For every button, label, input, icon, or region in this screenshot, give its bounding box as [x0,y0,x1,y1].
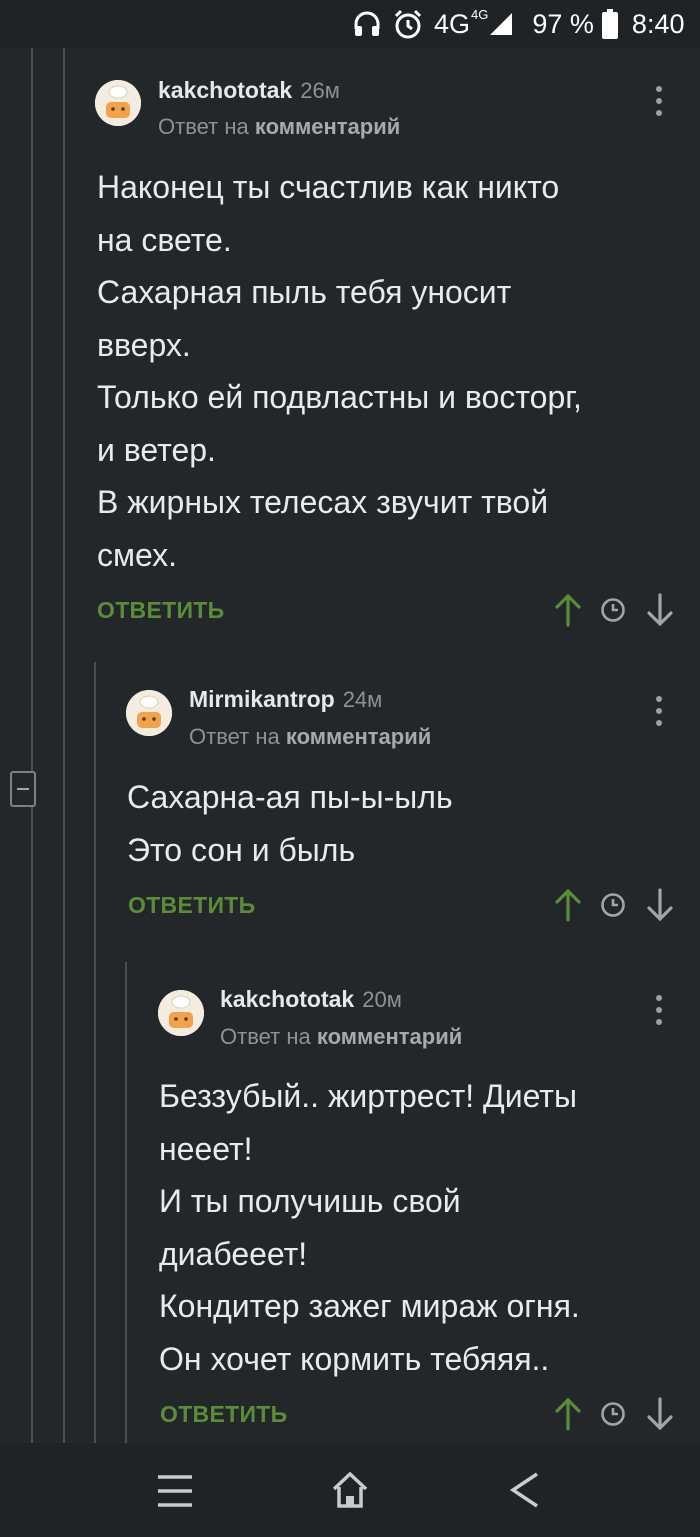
reply-target-link[interactable]: комментарий [317,1024,462,1049]
comment-line: Кондитер зажег мираж огня. [159,1288,580,1324]
network-type: 4G [434,8,471,39]
signal-icon [490,13,513,35]
author-name[interactable]: kakchototak [158,77,292,103]
comment-line: диабееет! [159,1235,308,1272]
author-name[interactable]: kakchototak [220,986,354,1012]
avatar-image [158,990,204,1036]
reply-to: Ответ на комментарий [220,1024,462,1050]
comment-author[interactable]: kakchototak 26м [158,77,340,104]
clock-icon[interactable] [599,1397,627,1431]
home-icon[interactable] [330,1470,370,1510]
comment-author[interactable]: Mirmikantrop 24м [189,686,382,713]
clock-icon[interactable] [599,888,627,922]
comment-line: В жирных телесах звучит твой [97,484,549,520]
downvote-icon[interactable] [646,1397,674,1431]
collapse-thread-button[interactable] [10,771,36,807]
downvote-icon[interactable] [646,593,674,627]
comment-actions [554,1397,674,1431]
comment-line: Он хочет кормить тебяяя.. [159,1340,550,1377]
alarm-icon [394,9,422,39]
comment-line: смех. [97,536,177,573]
avatar[interactable] [95,80,141,126]
comment-body: Беззубый.. жиртрест! Диеты нееет! И ты п… [159,1070,580,1385]
comment-line: Это сон и быль [127,831,356,868]
avatar[interactable] [126,690,172,736]
comment-time: 20м [362,987,402,1012]
thread-line-outer [31,48,33,771]
thread-line-outer-lower [31,807,33,1443]
clock: 8:40 [631,8,685,39]
reply-prefix: Ответ на [158,114,249,139]
reply-button[interactable]: ОТВЕТИТЬ [128,892,255,919]
comment-line: Только ей подвластны и восторг, [97,379,582,415]
author-name[interactable]: Mirmikantrop [189,686,335,712]
comment-line: И ты получишь свой [159,1183,461,1219]
reply-target-link[interactable]: комментарий [255,114,400,139]
comment-line: Беззубый.. жиртрест! Диеты [159,1078,577,1114]
battery-percent: 97 % [532,8,594,39]
menu-icon[interactable] [155,1471,195,1511]
reply-button[interactable]: ОТВЕТИТЬ [160,1401,287,1428]
clock-icon[interactable] [599,593,627,627]
reply-button[interactable]: ОТВЕТИТЬ [97,597,224,624]
comment-line: Сахарна-ая пы-ы-ыль [127,779,453,815]
headphones-icon [354,11,380,36]
thread-line-level2 [94,662,96,1443]
more-options-icon[interactable] [655,995,663,1029]
more-options-icon[interactable] [655,86,663,120]
avatar[interactable] [158,990,204,1036]
avatar-image [95,80,141,126]
comment-line: на свете. [97,221,232,258]
comment-body: Сахарна-ая пы-ы-ыль Это сон и быль [127,771,453,876]
comment-time: 24м [342,687,383,712]
comment-line: и ветер. [97,431,216,468]
comment-author[interactable]: kakchototak 20м [220,986,402,1013]
thread-line-level1 [63,48,65,1443]
reply-target-link[interactable]: комментарий [286,724,431,749]
comment-body: Наконец ты счастлив как никто на свете. … [97,161,582,581]
reply-to: Ответ на комментарий [189,724,431,750]
comment-line: Сахарная пыль тебя уносит [97,274,512,310]
reply-prefix: Ответ на [220,1024,311,1049]
upvote-icon[interactable] [554,1397,582,1431]
reply-prefix: Ответ на [189,724,280,749]
comment-line: нееет! [159,1130,253,1167]
status-bar: 4G 4G 97 % 8:40 [0,0,700,48]
battery-icon [601,9,618,39]
comment-time: 26м [300,78,340,103]
thread-line-level3 [125,962,127,1443]
downvote-icon[interactable] [646,888,674,922]
upvote-icon[interactable] [554,593,582,627]
reply-to: Ответ на комментарий [158,114,400,140]
avatar-image [126,690,172,736]
navigation-bar [0,1443,700,1537]
comment-actions [554,888,674,922]
comment-actions [554,593,674,627]
comment-line: Наконец ты счастлив как никто [97,169,560,205]
back-icon[interactable] [505,1470,545,1510]
network-type-sup: 4G [471,6,489,22]
upvote-icon[interactable] [554,888,582,922]
more-options-icon[interactable] [655,696,663,730]
comment-line: вверх. [97,326,191,363]
